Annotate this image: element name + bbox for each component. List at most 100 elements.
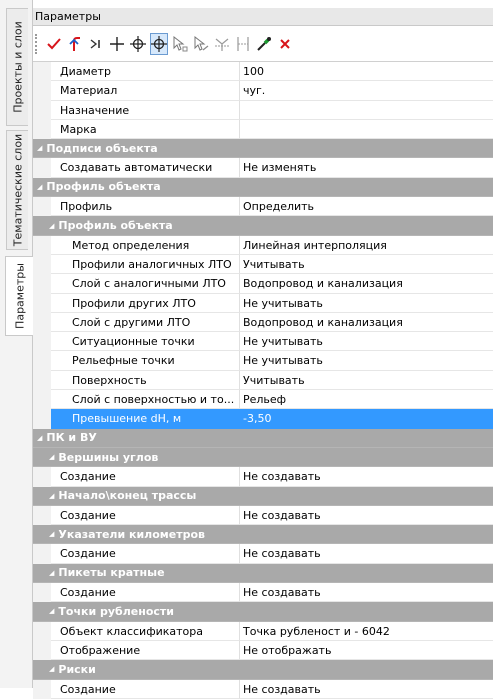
- expand-triangle-icon[interactable]: ◢: [49, 607, 54, 615]
- category-row[interactable]: ◢ Риски: [33, 660, 493, 680]
- property-row[interactable]: Марка: [33, 119, 493, 140]
- property-row[interactable]: Рельефные точки Не учитывать: [33, 351, 493, 371]
- property-name[interactable]: Марка: [51, 119, 240, 140]
- expand-triangle-icon[interactable]: ◢: [37, 434, 42, 442]
- property-row[interactable]: Профили других ЛТО Не учитывать: [33, 293, 493, 313]
- property-row[interactable]: Превышение dH, м -3,50: [33, 409, 493, 429]
- expand-triangle-icon[interactable]: ◢: [37, 144, 42, 152]
- property-row[interactable]: Слой с аналогичными ЛТО Водопровод и кана…: [33, 274, 493, 294]
- delete-x-icon[interactable]: [276, 33, 294, 55]
- category-row[interactable]: ◢ Пикеты кратные: [33, 563, 493, 584]
- property-name[interactable]: Отображение: [51, 640, 240, 661]
- property-row[interactable]: Создание Не создавать: [33, 467, 493, 487]
- property-name[interactable]: Слой с другими ЛТО: [51, 312, 240, 333]
- property-name[interactable]: Диаметр: [51, 62, 240, 82]
- property-value[interactable]: Не создавать: [240, 544, 493, 564]
- property-value[interactable]: Водопровод и канализация: [240, 313, 493, 333]
- property-row[interactable]: Метод определения Линейная интерполяция: [33, 235, 493, 255]
- plus-icon[interactable]: [108, 33, 126, 55]
- property-value[interactable]: Не изменять: [240, 158, 493, 178]
- property-row[interactable]: Создание Не создавать: [33, 544, 493, 564]
- undo-arrow-icon[interactable]: [66, 33, 84, 55]
- property-value[interactable]: Рельеф: [240, 390, 493, 410]
- crosshair-pressed-icon[interactable]: [150, 32, 168, 55]
- category-row[interactable]: ◢ ПК и ВУ: [33, 428, 493, 448]
- property-name[interactable]: Профиль: [51, 197, 240, 217]
- expand-triangle-icon[interactable]: ◢: [49, 665, 54, 673]
- property-value[interactable]: 100: [240, 62, 493, 82]
- property-value[interactable]: чуг.: [240, 81, 493, 101]
- category-row[interactable]: ◢ Начало\конец трассы: [33, 486, 493, 506]
- property-name[interactable]: Создание: [51, 467, 240, 487]
- property-value[interactable]: Не создавать: [240, 467, 493, 487]
- property-row[interactable]: Слой с поверхностью и то... Рельеф: [33, 390, 493, 410]
- split-icon[interactable]: [234, 33, 252, 55]
- property-value[interactable]: [240, 101, 493, 120]
- property-row[interactable]: Назначение: [33, 100, 493, 120]
- property-value[interactable]: Учитывать: [240, 371, 493, 391]
- category-row[interactable]: ◢ Профиль объекта: [33, 216, 493, 236]
- property-name[interactable]: Создание: [51, 505, 240, 526]
- property-name[interactable]: Поверхность: [51, 370, 240, 391]
- property-row[interactable]: Объект классификатора Точка рубленост и -…: [33, 621, 493, 641]
- property-value[interactable]: Не создавать: [240, 680, 493, 699]
- expand-triangle-icon[interactable]: ◢: [37, 183, 42, 191]
- property-row[interactable]: Слой с другими ЛТО Водопровод и канализац…: [33, 312, 493, 333]
- property-name[interactable]: Профили аналогичных ЛТО: [51, 254, 240, 275]
- property-name[interactable]: Ситуационные точки: [51, 332, 240, 352]
- property-value[interactable]: Определить: [240, 197, 493, 217]
- eyedropper-icon[interactable]: [255, 33, 273, 55]
- property-row[interactable]: Создание Не создавать: [33, 679, 493, 699]
- property-name[interactable]: Создание: [51, 544, 240, 564]
- property-value[interactable]: Водопровод и канализация: [240, 274, 493, 294]
- expand-triangle-icon[interactable]: ◢: [49, 492, 54, 500]
- property-value[interactable]: -3,50: [240, 409, 493, 429]
- property-value[interactable]: Точка рубленост и - 6042: [240, 622, 493, 641]
- property-row[interactable]: Создание Не создавать: [33, 505, 493, 526]
- check-icon[interactable]: [45, 33, 63, 55]
- property-value[interactable]: Учитывать: [240, 255, 493, 275]
- category-row[interactable]: ◢ Профиль объекта: [33, 177, 493, 198]
- property-value[interactable]: Не создавать: [240, 506, 493, 526]
- property-name[interactable]: Создание: [51, 679, 240, 699]
- property-value[interactable]: Не учитывать: [240, 351, 493, 371]
- merge-icon[interactable]: [213, 33, 231, 55]
- property-row[interactable]: Профиль Определить: [33, 197, 493, 217]
- property-name[interactable]: Слой с аналогичными ЛТО: [51, 274, 240, 294]
- property-value[interactable]: Не создавать: [240, 583, 493, 603]
- property-name[interactable]: Назначение: [51, 100, 240, 120]
- property-name[interactable]: Объект классификатора: [51, 621, 240, 641]
- property-name[interactable]: Метод определения: [51, 235, 240, 255]
- expand-triangle-icon[interactable]: ◢: [49, 569, 54, 577]
- category-row[interactable]: ◢ Подписи объекта: [33, 139, 493, 159]
- property-row[interactable]: Отображение Не отображать: [33, 640, 493, 661]
- expand-triangle-icon[interactable]: ◢: [49, 222, 54, 230]
- category-row[interactable]: ◢ Вершины углов: [33, 447, 493, 468]
- property-name[interactable]: Материал: [51, 81, 240, 101]
- property-name[interactable]: Рельефные точки: [51, 351, 240, 371]
- crosshair-icon[interactable]: [129, 33, 147, 55]
- property-row[interactable]: Ситуационные точки Не учитывать: [33, 332, 493, 352]
- tab-projects-and-layers[interactable]: Проекты и слои: [6, 8, 28, 126]
- category-row[interactable]: ◢ Точки рублености: [33, 602, 493, 622]
- expand-triangle-icon[interactable]: ◢: [49, 530, 54, 538]
- select-segment-icon[interactable]: [192, 33, 210, 55]
- property-name[interactable]: Профили других ЛТО: [51, 293, 240, 313]
- step-to-end-icon[interactable]: [87, 33, 105, 55]
- property-row[interactable]: Создание Не создавать: [33, 583, 493, 603]
- property-row[interactable]: Создавать автоматически Не изменять: [33, 158, 493, 178]
- property-name[interactable]: Создавать автоматически: [51, 158, 240, 178]
- property-name[interactable]: Слой с поверхностью и то...: [51, 390, 240, 410]
- property-row[interactable]: Профили аналогичных ЛТО Учитывать: [33, 254, 493, 275]
- property-row[interactable]: Диаметр 100: [33, 62, 493, 82]
- expand-triangle-icon[interactable]: ◢: [49, 453, 54, 461]
- property-name[interactable]: Превышение dH, м: [51, 409, 240, 429]
- select-node-icon[interactable]: [171, 33, 189, 55]
- property-value[interactable]: [240, 120, 493, 140]
- tab-parameters[interactable]: Параметры: [5, 256, 33, 336]
- toolbar-grip[interactable]: [35, 33, 40, 54]
- property-name[interactable]: Создание: [51, 583, 240, 603]
- property-row[interactable]: Материал чуг.: [33, 81, 493, 101]
- property-value[interactable]: Не учитывать: [240, 294, 493, 313]
- category-row[interactable]: ◢ Указатели километров: [33, 525, 493, 545]
